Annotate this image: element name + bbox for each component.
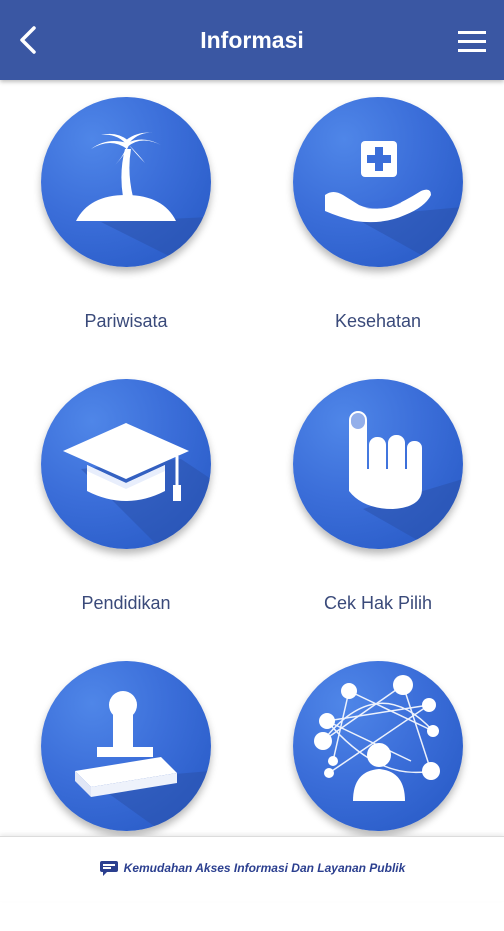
- hand-medical-icon: [325, 141, 463, 267]
- tile-pendidikan[interactable]: Pendidikan: [26, 379, 226, 649]
- network-people-icon: [314, 675, 440, 801]
- tile-icon-circle: [41, 661, 211, 831]
- footer-bar: Kemudahan Akses Informasi Dan Layanan Pu…: [0, 836, 504, 901]
- tile-cek-hak-pilih[interactable]: Cek Hak Pilih: [278, 379, 478, 649]
- tile-icon-circle: [293, 97, 463, 267]
- footer-text: Kemudahan Akses Informasi Dan Layanan Pu…: [123, 860, 406, 875]
- tile-pariwisata[interactable]: Pariwisata: [26, 97, 226, 367]
- graduation-cap-icon: [63, 423, 211, 549]
- island-palm-icon: [76, 132, 211, 267]
- tile-label: Kesehatan: [334, 311, 422, 331]
- tile-icon-circle: [41, 379, 211, 549]
- page-title: Informasi: [200, 27, 304, 53]
- tile-icon-circle: [293, 379, 463, 549]
- inked-finger-icon: [349, 411, 463, 549]
- hamburger-menu-icon: [458, 31, 486, 52]
- stamp-icon: [75, 691, 211, 831]
- menu-button[interactable]: [452, 22, 492, 62]
- top-app-bar: Informasi: [0, 0, 504, 80]
- tile-kesehatan[interactable]: Kesehatan: [278, 97, 478, 367]
- tile-label: Pendidikan: [81, 593, 171, 613]
- tile-label: Pariwisata: [84, 311, 168, 331]
- tile-icon-circle: [41, 97, 211, 267]
- tile-icon-circle: [293, 661, 463, 831]
- chat-bubble-icon: [99, 860, 118, 876]
- tile-label: Cek Hak Pilih: [323, 593, 433, 613]
